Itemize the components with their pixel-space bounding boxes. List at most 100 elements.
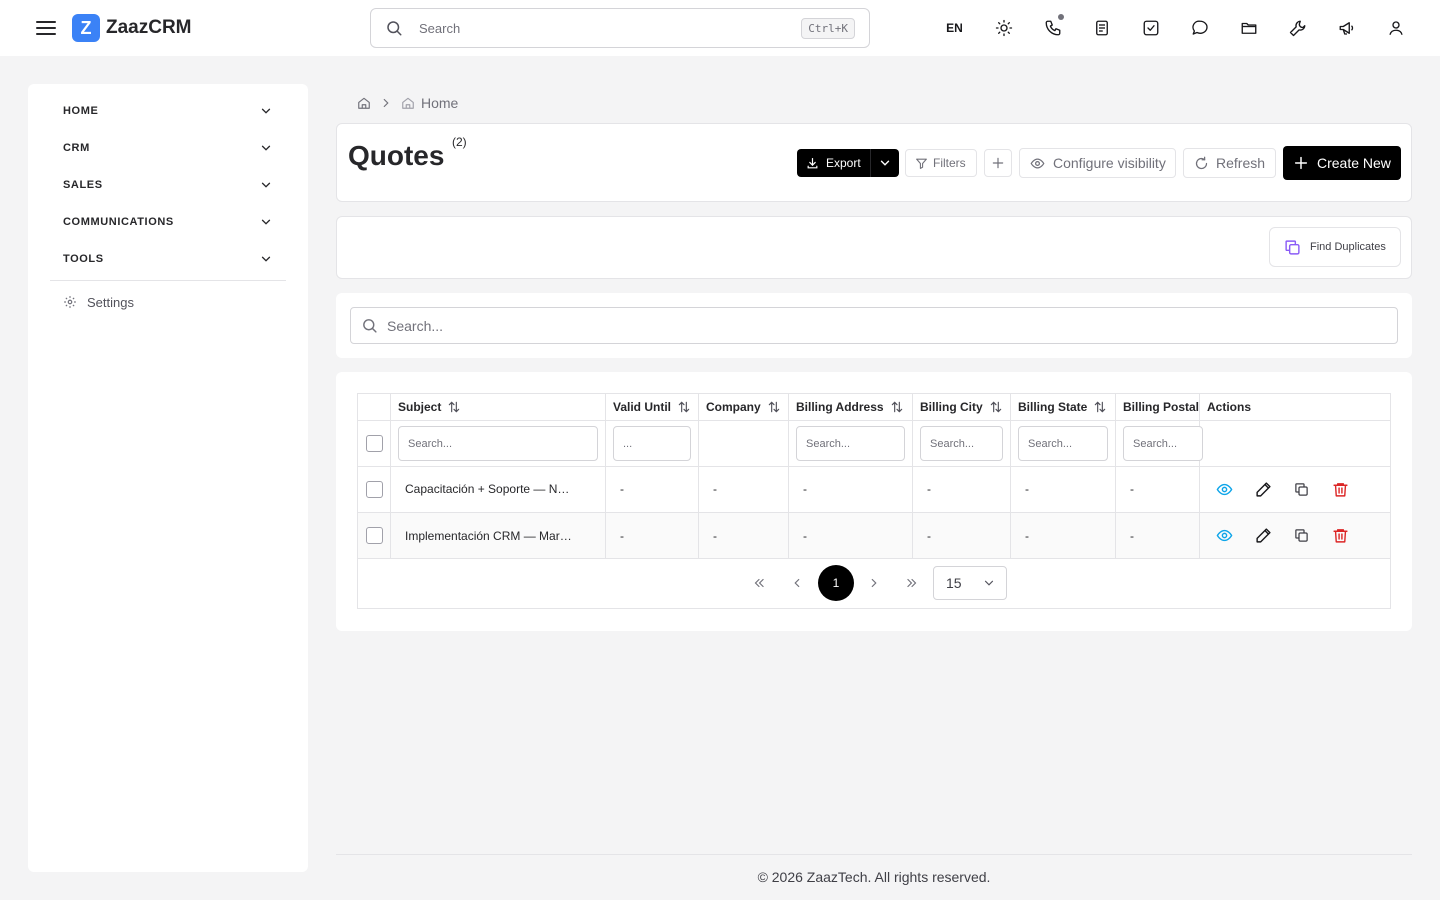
page-size-select[interactable]: 15 xyxy=(933,566,1007,600)
first-page-icon[interactable] xyxy=(745,569,773,597)
sun-icon[interactable] xyxy=(979,8,1028,48)
chevron-down-icon xyxy=(261,182,271,188)
breadcrumb: Home xyxy=(357,94,458,112)
page-header: Quotes (2) Export Filters Configure visi… xyxy=(336,123,1412,202)
language-selector[interactable]: EN xyxy=(930,21,979,35)
row-checkbox[interactable] xyxy=(366,527,383,544)
view-icon[interactable] xyxy=(1213,524,1235,546)
global-search[interactable]: Search Ctrl+K xyxy=(370,8,870,48)
table-search[interactable] xyxy=(350,307,1398,344)
search-icon xyxy=(385,19,403,37)
filter-input-valid-until[interactable]: ... xyxy=(613,426,691,461)
user-icon[interactable] xyxy=(1371,8,1420,48)
create-new-button[interactable]: Create New xyxy=(1283,146,1401,180)
megaphone-icon[interactable] xyxy=(1322,8,1371,48)
table-cell xyxy=(789,467,913,513)
plus-icon xyxy=(1294,156,1308,170)
footer-copyright: © 2026 ZaazTech. All rights reserved. xyxy=(757,869,991,885)
add-filter-button[interactable] xyxy=(984,149,1012,177)
edit-icon[interactable] xyxy=(1252,478,1274,500)
notification-dot xyxy=(1058,14,1064,20)
page-button-current[interactable]: 1 xyxy=(818,565,854,601)
cell-subject[interactable]: Implementación CRM — Mar… xyxy=(405,529,572,543)
global-search-placeholder: Search xyxy=(419,20,461,36)
sidebar-item-label: CRM xyxy=(63,141,90,154)
cell-billing-state: - xyxy=(1025,529,1029,543)
refresh-label: Refresh xyxy=(1216,155,1266,171)
last-page-icon[interactable] xyxy=(898,569,926,597)
column-header-subject[interactable]: Subject xyxy=(391,394,606,420)
filters-button[interactable]: Filters xyxy=(905,149,977,177)
table-search-input[interactable] xyxy=(387,317,1397,334)
logo-mark: Z xyxy=(72,14,100,42)
filter-input-billing-state[interactable]: Search... xyxy=(1018,426,1108,461)
sidebar-divider xyxy=(50,280,286,281)
filter-select-cell xyxy=(358,421,391,466)
folder-icon[interactable] xyxy=(1224,8,1273,48)
cell-billing-city: - xyxy=(927,529,931,543)
sidebar-item-label: HOME xyxy=(63,104,99,117)
filter-input-subject[interactable]: Search... xyxy=(398,426,598,461)
filter-input-billing-city[interactable]: Search... xyxy=(920,426,1003,461)
breadcrumb-current[interactable]: Home xyxy=(401,95,458,111)
refresh-button[interactable]: Refresh xyxy=(1183,148,1276,178)
duplicate-icon xyxy=(1285,239,1300,255)
next-page-icon[interactable] xyxy=(860,569,888,597)
sidebar-item-tools[interactable]: TOOLS xyxy=(50,240,286,277)
sidebar-item-communications[interactable]: COMMUNICATIONS xyxy=(50,203,286,240)
cell-subject[interactable]: Capacitación + Soporte — N… xyxy=(405,482,569,496)
chevron-down-icon xyxy=(261,108,271,114)
column-label: Subject xyxy=(398,400,442,414)
sidebar-item-sales[interactable]: SALES xyxy=(50,166,286,203)
column-header-billing-postal[interactable]: Billing Postal xyxy=(1116,394,1200,420)
breadcrumb-label: Home xyxy=(421,95,459,111)
previous-page-icon[interactable] xyxy=(783,569,811,597)
table-cell xyxy=(1116,467,1200,513)
chat-icon[interactable] xyxy=(1175,8,1224,48)
view-icon[interactable] xyxy=(1213,478,1235,500)
cell-billing-address: - xyxy=(803,529,807,543)
find-duplicates-button[interactable]: Find Duplicates xyxy=(1269,227,1401,267)
tasks-icon[interactable] xyxy=(1126,8,1175,48)
search-panel xyxy=(336,293,1412,358)
table-cell xyxy=(1116,513,1200,559)
sidebar-item-home[interactable]: HOME xyxy=(50,92,286,129)
sidebar-item-settings[interactable]: Settings xyxy=(63,292,134,312)
notes-icon[interactable] xyxy=(1077,8,1126,48)
gear-icon xyxy=(64,296,76,308)
cell-company: - xyxy=(713,482,717,496)
column-label: Valid Until xyxy=(613,400,672,414)
sort-icon xyxy=(1095,401,1106,413)
export-main[interactable]: Export xyxy=(797,156,870,170)
tools-icon[interactable] xyxy=(1273,8,1322,48)
sidebar-item-label: TOOLS xyxy=(63,252,104,265)
copy-icon[interactable] xyxy=(1290,524,1312,546)
column-header-actions: Actions xyxy=(1200,394,1390,420)
row-select-cell xyxy=(358,467,391,513)
row-checkbox[interactable] xyxy=(366,481,383,498)
export-dropdown-toggle[interactable] xyxy=(871,156,899,170)
filter-input-billing-address[interactable]: Search... xyxy=(796,426,905,461)
cell-billing-postal: - xyxy=(1130,529,1134,543)
app-logo[interactable]: Z ZaazCRM xyxy=(72,14,192,42)
column-header-billing-state[interactable]: Billing State xyxy=(1011,394,1116,420)
delete-icon[interactable] xyxy=(1329,524,1351,546)
column-label: Billing Address xyxy=(796,400,884,414)
column-header-valid-until[interactable]: Valid Until xyxy=(606,394,699,420)
column-header-billing-address[interactable]: Billing Address xyxy=(789,394,913,420)
download-icon xyxy=(807,157,818,168)
sidebar-item-crm[interactable]: CRM xyxy=(50,129,286,166)
configure-visibility-button[interactable]: Configure visibility xyxy=(1019,148,1176,178)
menu-icon[interactable] xyxy=(34,16,58,40)
copy-icon[interactable] xyxy=(1290,478,1312,500)
column-header-billing-city[interactable]: Billing City xyxy=(913,394,1011,420)
home-icon[interactable] xyxy=(357,96,371,110)
export-button[interactable]: Export xyxy=(797,149,899,177)
delete-icon[interactable] xyxy=(1329,478,1351,500)
cell-valid-until: - xyxy=(620,482,624,496)
edit-icon[interactable] xyxy=(1252,524,1274,546)
select-all-checkbox[interactable] xyxy=(366,435,383,452)
phone-icon[interactable] xyxy=(1028,8,1077,48)
column-header-company[interactable]: Company xyxy=(699,394,789,420)
filter-input-billing-postal[interactable]: Search... xyxy=(1123,426,1203,461)
